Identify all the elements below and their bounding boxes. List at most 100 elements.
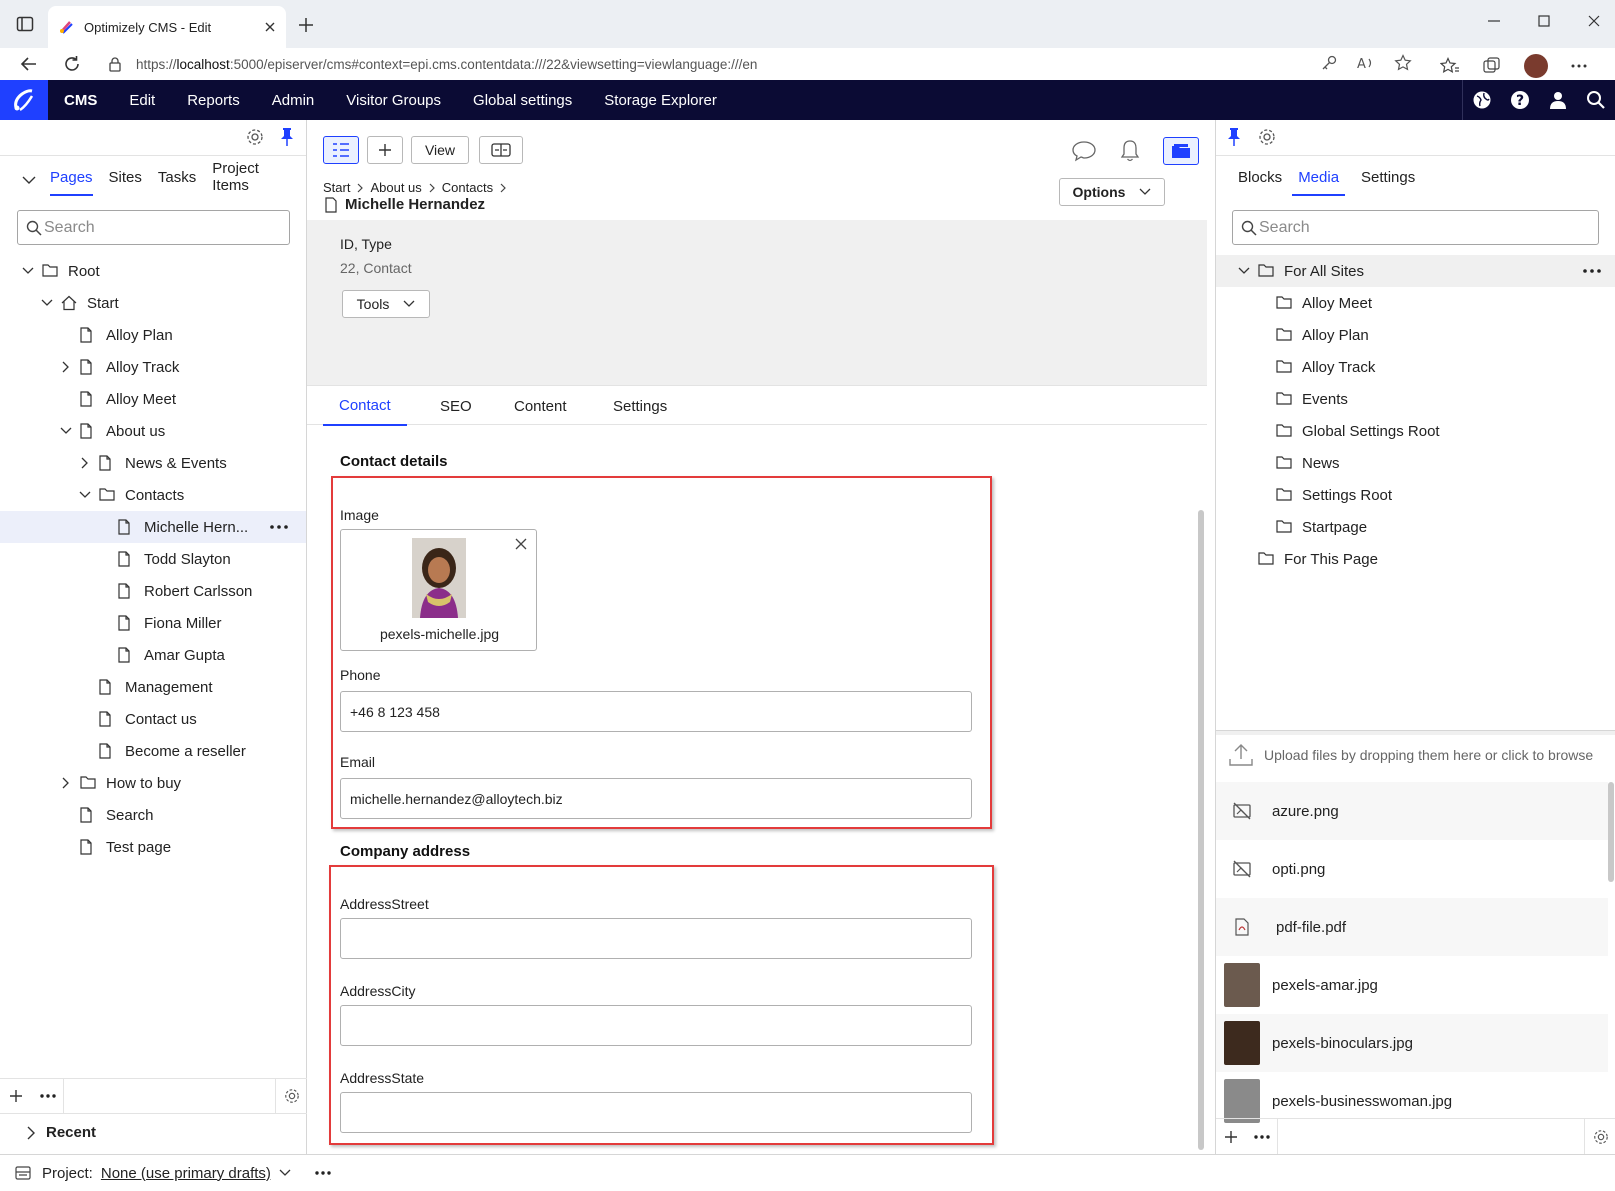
- browser-tab[interactable]: Optimizely CMS - Edit: [48, 6, 286, 48]
- assets-pane-button[interactable]: [1163, 137, 1199, 165]
- phone-input[interactable]: +46 8 123 458: [340, 691, 972, 732]
- compare-button[interactable]: [479, 136, 523, 164]
- add-content-button[interactable]: [367, 136, 403, 164]
- media-folder-item[interactable]: Alloy Meet: [1216, 287, 1615, 319]
- tree-item[interactable]: Alloy Meet: [0, 383, 306, 415]
- media-folder-item[interactable]: For All Sites: [1216, 255, 1615, 287]
- gear-icon[interactable]: [275, 1078, 307, 1114]
- tab-content[interactable]: Content: [498, 386, 583, 426]
- more-icon[interactable]: [315, 1171, 331, 1175]
- tab-pages[interactable]: Pages: [50, 169, 93, 196]
- chevron-down-icon[interactable]: [20, 263, 36, 279]
- url-field[interactable]: https://localhost:5000/episerver/cms#con…: [108, 50, 1422, 78]
- chevron-down-icon[interactable]: [22, 175, 36, 185]
- media-item[interactable]: azure.png: [1216, 782, 1608, 840]
- media-folder-item[interactable]: Startpage: [1216, 511, 1615, 543]
- new-tab-icon[interactable]: [298, 17, 314, 33]
- chevron-down-icon[interactable]: [39, 295, 55, 311]
- nav-admin[interactable]: Admin: [256, 80, 331, 120]
- remove-image-icon[interactable]: [515, 538, 527, 550]
- tree-item[interactable]: Fiona Miller: [0, 607, 306, 639]
- lock-icon[interactable]: [108, 56, 122, 72]
- tab-sites[interactable]: Sites: [109, 169, 142, 196]
- address-state-input[interactable]: [340, 1092, 972, 1133]
- nav-reports[interactable]: Reports: [171, 80, 256, 120]
- back-icon[interactable]: [20, 56, 38, 72]
- nav-visitor-groups[interactable]: Visitor Groups: [330, 80, 457, 120]
- project-selector[interactable]: None (use primary drafts): [101, 1165, 271, 1182]
- breadcrumb-start[interactable]: Start: [323, 180, 350, 195]
- profile-avatar[interactable]: [1524, 54, 1548, 78]
- tree-item[interactable]: Contact us: [0, 703, 306, 735]
- close-window-icon[interactable]: [1587, 14, 1601, 28]
- toggle-tree-button[interactable]: [323, 136, 359, 164]
- key-icon[interactable]: [1320, 54, 1338, 72]
- tab-settings[interactable]: Settings: [597, 386, 683, 426]
- editor-scrollbar[interactable]: [1198, 510, 1204, 1150]
- breadcrumb-about-us[interactable]: About us: [370, 180, 421, 195]
- media-folder-item[interactable]: News: [1216, 447, 1615, 479]
- favorites-icon[interactable]: [1440, 57, 1460, 75]
- chevron-right-icon[interactable]: [58, 359, 74, 375]
- tab-media[interactable]: Media: [1292, 169, 1346, 196]
- tab-project-items[interactable]: Project Items: [212, 160, 290, 204]
- chevron-down-icon[interactable]: [1236, 263, 1252, 279]
- chevron-down-icon[interactable]: [77, 487, 93, 503]
- browser-menu-icon[interactable]: [1570, 63, 1588, 69]
- media-folder-item[interactable]: Alloy Track: [1216, 351, 1615, 383]
- tree-item[interactable]: Contacts: [0, 479, 306, 511]
- nav-cms[interactable]: CMS: [48, 80, 113, 120]
- media-item[interactable]: pdf-file.pdf: [1216, 898, 1608, 956]
- tree-item[interactable]: Robert Carlsson: [0, 575, 306, 607]
- tree-item[interactable]: About us: [0, 415, 306, 447]
- media-item[interactable]: pexels-binoculars.jpg: [1216, 1014, 1608, 1072]
- tab-blocks[interactable]: Blocks: [1238, 169, 1282, 196]
- tree-item[interactable]: Amar Gupta: [0, 639, 306, 671]
- tree-item[interactable]: Start: [0, 287, 306, 319]
- notifications-bell-icon[interactable]: [1119, 139, 1141, 163]
- pin-icon[interactable]: [1226, 127, 1242, 147]
- chevron-right-icon[interactable]: [58, 775, 74, 791]
- pane-splitter[interactable]: [1216, 730, 1615, 735]
- upload-dropzone[interactable]: Upload files by dropping them here or cl…: [1228, 742, 1598, 768]
- tree-item[interactable]: Todd Slayton: [0, 543, 306, 575]
- tab-tasks[interactable]: Tasks: [158, 169, 196, 196]
- optimizely-logo[interactable]: [0, 80, 48, 120]
- close-tab-icon[interactable]: [264, 21, 276, 33]
- nav-storage-explorer[interactable]: Storage Explorer: [588, 80, 733, 120]
- options-button[interactable]: Options: [1059, 178, 1165, 206]
- media-item[interactable]: opti.png: [1216, 840, 1608, 898]
- image-selector[interactable]: pexels-michelle.jpg: [340, 529, 537, 651]
- settings-gear-icon[interactable]: [1258, 128, 1276, 146]
- user-icon[interactable]: [1539, 90, 1577, 110]
- context-menu-icon[interactable]: [270, 525, 288, 529]
- nav-edit[interactable]: Edit: [113, 80, 171, 120]
- tab-contact[interactable]: Contact: [323, 386, 407, 426]
- address-street-input[interactable]: [340, 918, 972, 959]
- recent-section[interactable]: Recent: [26, 1124, 96, 1141]
- chevron-right-icon[interactable]: [77, 455, 93, 471]
- tree-item[interactable]: Michelle Hern...: [0, 511, 306, 543]
- more-icon[interactable]: [1246, 1118, 1278, 1155]
- tree-item[interactable]: Alloy Plan: [0, 319, 306, 351]
- address-city-input[interactable]: [340, 1005, 972, 1046]
- media-folder-item[interactable]: Events: [1216, 383, 1615, 415]
- collections-icon[interactable]: [1482, 57, 1502, 75]
- more-icon[interactable]: [32, 1078, 64, 1114]
- chevron-down-icon[interactable]: [279, 1169, 291, 1177]
- add-icon[interactable]: [1216, 1130, 1246, 1144]
- tree-item[interactable]: Become a reseller: [0, 735, 306, 767]
- media-scrollbar[interactable]: [1608, 782, 1614, 882]
- tree-item[interactable]: Search: [0, 799, 306, 831]
- media-search-input[interactable]: Search: [1232, 210, 1599, 245]
- breadcrumb-contacts[interactable]: Contacts: [442, 180, 493, 195]
- pages-search-input[interactable]: Search: [17, 210, 290, 245]
- tree-item[interactable]: Root: [0, 255, 306, 287]
- gear-icon[interactable]: [1584, 1118, 1615, 1155]
- maximize-icon[interactable]: [1537, 14, 1551, 28]
- tab-seo[interactable]: SEO: [424, 386, 488, 426]
- context-menu-icon[interactable]: [1583, 269, 1601, 273]
- media-folder-item[interactable]: Settings Root: [1216, 479, 1615, 511]
- refresh-icon[interactable]: [63, 55, 81, 73]
- globe-icon[interactable]: [1463, 90, 1501, 110]
